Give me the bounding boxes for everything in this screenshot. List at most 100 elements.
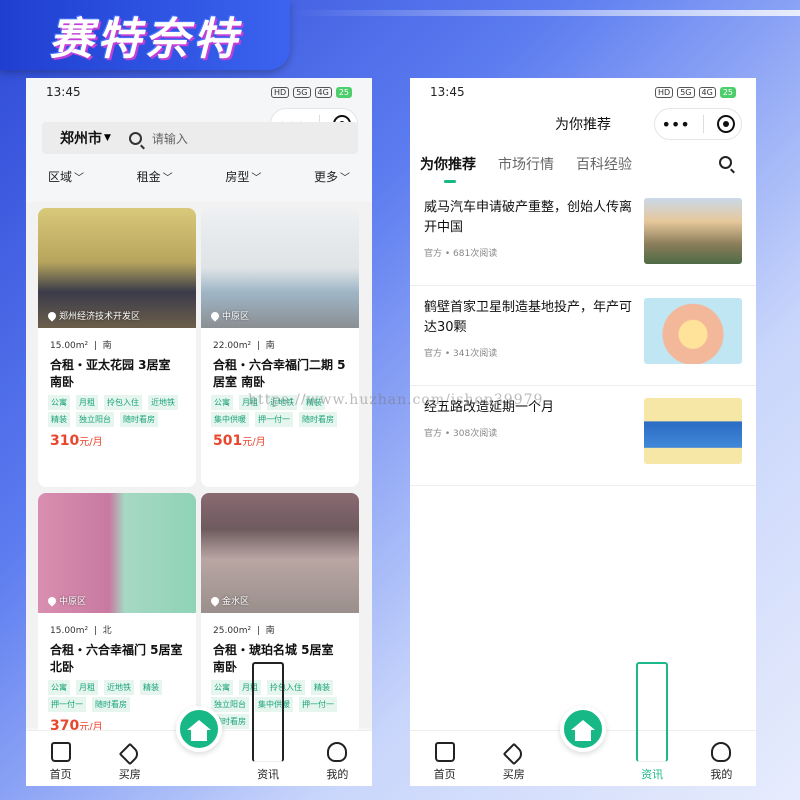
home-icon: [50, 742, 71, 762]
price-value: 310: [50, 433, 80, 449]
tab-buy[interactable]: 买房: [489, 742, 539, 782]
listing-area: 15.00m²: [50, 626, 89, 636]
tag-icon: [502, 742, 526, 766]
listing-meta: 22.00m² | 南: [213, 341, 275, 351]
listing-tag: 随时看房: [92, 697, 130, 712]
news-tabs: 为你推荐 市场行情 百科经验: [420, 154, 632, 183]
listing-title: 合租・六合幸福门 5居室 北卧: [50, 643, 183, 674]
5g-icon: 5G: [293, 86, 311, 98]
listing-price: 501元/月: [201, 427, 359, 449]
search-input[interactable]: 请输入: [152, 130, 188, 147]
listing-card[interactable]: 中原区 22.00m² | 南 合租・六合幸福门二期 5居室 南卧 公寓 月租 近地…: [201, 208, 359, 487]
home-icon: [434, 742, 455, 762]
listing-area: 15.00m²: [50, 341, 89, 351]
filter-more[interactable]: 更多 ﹀: [314, 168, 350, 185]
news-title: 威马汽车申请破产重整，创始人传离开中国: [424, 200, 633, 235]
news-icon: [636, 662, 669, 762]
status-time: 13:45: [430, 85, 465, 99]
filter-rent[interactable]: 租金 ﹀: [137, 168, 173, 185]
listing-location: 中原区: [209, 309, 249, 322]
listing-location: 金水区: [209, 594, 249, 607]
news-item[interactable]: 鹤壁首家卫星制造基地投产，年产可达30颗 官方 • 341次阅读: [410, 286, 756, 386]
tab-news[interactable]: 资讯: [627, 662, 677, 782]
news-text: 经五路改造延期一个月 官方 • 308次阅读: [424, 398, 634, 473]
tab-bar: 首页 买房 资讯 我的: [410, 662, 756, 786]
status-bar: 13:45 HD 5G 4G 25: [26, 78, 372, 106]
filter-label: 房型: [225, 170, 250, 184]
news-icon: [252, 662, 285, 762]
listing-orientation: 北: [102, 626, 112, 636]
price-value: 501: [213, 433, 243, 449]
chevron-down-icon: ﹀: [74, 173, 85, 184]
listing-card[interactable]: 郑州经济技术开发区 15.00m² | 南 合租・亚太花园 3居室 南卧 公寓月…: [38, 208, 196, 487]
tab-mine[interactable]: 我的: [312, 742, 362, 782]
filter-room-type[interactable]: 房型 ﹀: [225, 168, 261, 185]
tab-buy[interactable]: 买房: [105, 742, 155, 782]
capsule-divider: [702, 115, 704, 133]
news-item[interactable]: 威马汽车申请破产重整，创始人传离开中国 官方 • 681次阅读: [410, 186, 756, 286]
tab-label: 我的: [710, 768, 733, 781]
filter-label: 更多: [313, 170, 338, 184]
listing-photo: 中原区: [201, 208, 359, 328]
listing-title: 合租・六合幸福门二期 5居室 南卧: [213, 358, 346, 389]
news-screen: 13:45 HD 5G 4G 25 为你推荐 ••• 为你推荐 市场行情 百科经…: [410, 78, 756, 786]
house-fab-button[interactable]: [175, 706, 222, 752]
tab-label: 资讯: [641, 768, 664, 781]
news-meta: 官方 • 681次阅读: [424, 249, 498, 259]
tab-label: 首页: [49, 768, 72, 781]
tab-mine[interactable]: 我的: [696, 742, 746, 782]
tab-market[interactable]: 市场行情: [498, 154, 554, 174]
location-pin-icon: [209, 309, 221, 322]
location-pin-icon: [46, 309, 58, 322]
status-icons: HD 5G 4G 25: [271, 86, 352, 98]
news-text: 威马汽车申请破产重整，创始人传离开中国 官方 • 681次阅读: [424, 198, 634, 273]
city-selector[interactable]: 郑州市: [60, 128, 102, 148]
hd-icon: HD: [655, 86, 674, 98]
listing-photo: 郑州经济技术开发区: [38, 208, 196, 328]
tab-label: 资讯: [257, 768, 280, 781]
chevron-down-icon: ﹀: [339, 173, 350, 184]
caret-down-icon[interactable]: ▼: [104, 133, 111, 143]
tag-icon: [118, 742, 142, 766]
tab-encyclopedia[interactable]: 百科经验: [576, 154, 632, 174]
listing-title: 合租・亚太花园 3居室 南卧: [50, 358, 171, 389]
search-icon[interactable]: [128, 131, 142, 145]
news-meta: 官方 • 341次阅读: [424, 349, 498, 359]
tab-bar: 首页 买房 资讯 我的: [26, 662, 372, 786]
tab-recommend[interactable]: 为你推荐: [420, 154, 476, 183]
tab-label: 买房: [502, 768, 525, 781]
listing-meta: 15.00m² | 南: [50, 341, 112, 351]
rental-listing-screen: 13:45 HD 5G 4G 25 ••• 郑州市 ▼ 请输入 区域﹀ 租金﹀ …: [26, 78, 372, 786]
tab-news[interactable]: 资讯: [243, 662, 293, 782]
listing-tag: 押一付一: [48, 697, 86, 712]
tab-center[interactable]: [558, 706, 608, 782]
tab-home[interactable]: 首页: [36, 742, 86, 782]
tab-center[interactable]: [174, 706, 224, 782]
tab-label: 我的: [326, 768, 349, 781]
close-target-icon[interactable]: [716, 115, 735, 133]
news-title: 鹤壁首家卫星制造基地投产，年产可达30颗: [424, 300, 633, 335]
more-dots-icon[interactable]: •••: [661, 115, 689, 134]
house-icon: [570, 720, 595, 741]
listing-location: 中原区: [46, 594, 87, 607]
listing-area: 25.00m²: [213, 626, 252, 636]
listing-price: 310元/月: [38, 427, 196, 449]
location-label: 中原区: [59, 597, 87, 607]
listing-area: 22.00m²: [213, 341, 252, 351]
brand-title: 赛特奈特: [49, 14, 241, 65]
profile-icon: [711, 742, 732, 762]
4g-icon: 4G: [698, 86, 716, 98]
house-fab-button[interactable]: [559, 706, 606, 752]
tab-home[interactable]: 首页: [420, 742, 470, 782]
news-list: 威马汽车申请破产重整，创始人传离开中国 官方 • 681次阅读 鹤壁首家卫星制造…: [410, 186, 756, 486]
watermark-text: https://www.huzhan.com/ishop39979: [248, 392, 544, 408]
listing-tag: 拎包入住: [104, 395, 142, 410]
search-icon[interactable]: [719, 156, 732, 169]
listing-tag: 月租: [76, 680, 98, 695]
news-text: 鹤壁首家卫星制造基地投产，年产可达30颗 官方 • 341次阅读: [424, 298, 634, 373]
miniprogram-capsule[interactable]: •••: [654, 108, 742, 140]
listing-location: 郑州经济技术开发区: [46, 309, 140, 322]
search-bar[interactable]: 郑州市 ▼ 请输入: [42, 122, 358, 154]
listing-tag: 公寓: [48, 680, 70, 695]
filter-area[interactable]: 区域 ﹀: [48, 168, 84, 185]
